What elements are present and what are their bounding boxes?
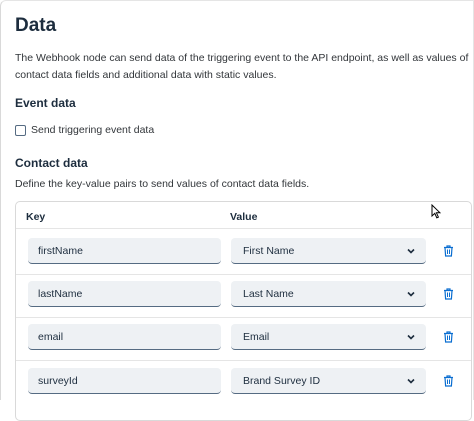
key-input[interactable]: surveyId [28, 368, 221, 394]
delete-row-button[interactable] [441, 286, 455, 302]
trash-icon [443, 331, 453, 343]
value-select[interactable]: Email [231, 324, 426, 350]
key-input[interactable]: firstName [28, 238, 221, 264]
trash-icon [443, 375, 453, 387]
mouse-pointer-icon [431, 203, 442, 224]
send-event-data-option[interactable]: Send triggering event data [15, 123, 154, 137]
header-divider [16, 228, 471, 229]
trash-icon [443, 245, 453, 257]
send-event-data-label[interactable]: Send triggering event data [31, 124, 154, 136]
row-divider [16, 360, 471, 361]
value-select-text: First Name [243, 245, 295, 257]
delete-row-button[interactable] [441, 243, 455, 259]
value-select-text: Brand Survey ID [243, 375, 321, 387]
contact-data-heading: Contact data [15, 156, 88, 170]
value-select[interactable]: First Name [231, 238, 426, 264]
send-event-data-checkbox[interactable] [15, 124, 26, 136]
delete-row-button[interactable] [441, 329, 455, 345]
chevron-down-icon [407, 281, 415, 307]
key-value-table: Key Value firstName First Name lastName … [15, 201, 472, 421]
chevron-down-icon [407, 238, 415, 264]
value-select-text: Email [243, 331, 270, 343]
key-input[interactable]: email [28, 324, 221, 350]
chevron-down-icon [407, 324, 415, 350]
key-column-header: Key [26, 211, 46, 223]
value-select[interactable]: Brand Survey ID [231, 368, 426, 394]
page-title: Data [15, 15, 57, 36]
chevron-down-icon [407, 368, 415, 394]
event-data-heading: Event data [15, 96, 76, 110]
contact-data-description: Define the key-value pairs to send value… [15, 178, 310, 190]
row-divider [16, 274, 471, 275]
value-select-text: Last Name [243, 288, 294, 300]
key-input[interactable]: lastName [28, 281, 221, 307]
row-divider [16, 317, 471, 318]
trash-icon [443, 288, 453, 300]
delete-row-button[interactable] [441, 373, 455, 389]
value-select[interactable]: Last Name [231, 281, 426, 307]
data-panel: Data The Webhook node can send data of t… [0, 0, 474, 421]
section-description: The Webhook node can send data of the tr… [15, 52, 469, 81]
value-column-header: Value [230, 211, 258, 223]
